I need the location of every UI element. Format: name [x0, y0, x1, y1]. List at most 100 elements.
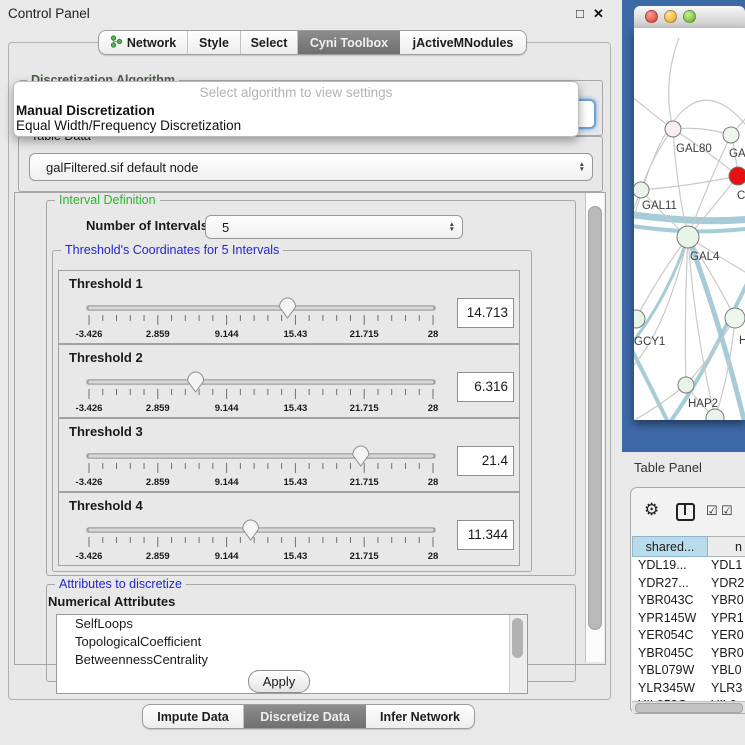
- checkbox-checked-icon[interactable]: ☑: [706, 503, 718, 519]
- network-node[interactable]: [677, 226, 699, 248]
- table-row[interactable]: YDR27...YDR2: [632, 575, 745, 593]
- tab-label: Cyni Toolbox: [310, 36, 388, 50]
- attributes-title: Attributes to discretize: [55, 577, 186, 591]
- close-icon[interactable]: ✕: [593, 6, 604, 22]
- table-row[interactable]: YER054CYER0: [632, 627, 745, 645]
- network-node-label: GA: [729, 148, 745, 160]
- cell-name: YBR0: [708, 645, 744, 663]
- threshold-value-field[interactable]: 6.316: [457, 372, 514, 402]
- slider-tick-label: 21.715: [350, 403, 380, 414]
- column-header-shared-name[interactable]: shared...: [632, 536, 708, 557]
- threshold-value-field[interactable]: 14.713: [457, 298, 514, 328]
- cell-shared-name: YDL19...: [632, 557, 708, 575]
- table-panel-title: Table Panel: [634, 460, 702, 475]
- table-row[interactable]: YPR145WYPR1: [632, 610, 745, 628]
- tab-label: Infer Network: [380, 710, 460, 724]
- split-columns-icon[interactable]: [676, 503, 695, 521]
- slider-tick-label: 15.43: [284, 551, 308, 562]
- slider-tick-label: 21.715: [350, 477, 380, 488]
- slider-tick-label: 28: [428, 403, 439, 414]
- network-node[interactable]: [678, 377, 694, 393]
- threshold-value-field[interactable]: 11.344: [457, 520, 514, 550]
- cell-shared-name: YDR27...: [632, 575, 708, 593]
- algorithm-dropdown-popup: Select algorithm to view settings Manual…: [13, 81, 579, 137]
- network-node[interactable]: [729, 167, 745, 185]
- slider-tick-label: 9.144: [215, 329, 239, 340]
- thresholds-title: Threshold's Coordinates for 5 Intervals: [61, 243, 283, 257]
- slider-tick-label: 28: [428, 329, 439, 340]
- tab-network[interactable]: Network: [99, 31, 188, 54]
- table-row[interactable]: YBR043CYBR0: [632, 592, 745, 610]
- number-of-intervals-combobox[interactable]: 5 ▲▼: [205, 215, 463, 239]
- attribute-list-item[interactable]: BetweennessCentrality: [57, 651, 527, 669]
- network-window-titlebar[interactable]: [634, 6, 745, 29]
- table-row[interactable]: YDL19...YDL1: [632, 557, 745, 575]
- node-table: YDL19...YDL1YDR27...YDR2YBR043CYBR0YPR14…: [632, 557, 745, 701]
- cell-name: YLR3: [708, 680, 742, 698]
- gear-icon[interactable]: ⚙: [644, 500, 659, 520]
- table-row[interactable]: YBL079WYBL0: [632, 662, 745, 680]
- checkbox-checked-icon[interactable]: ☑: [721, 503, 733, 519]
- apply-button[interactable]: Apply: [248, 670, 310, 693]
- algorithm-option-manual[interactable]: Manual Discretization: [16, 103, 155, 118]
- numerical-attributes-label: Numerical Attributes: [48, 594, 175, 609]
- slider-tick-label: 2.859: [146, 477, 170, 488]
- slider-tick-label: 21.715: [350, 329, 380, 340]
- network-canvas[interactable]: GAL80GACGAL11GAL4GCY1HHAP2: [634, 28, 745, 420]
- algorithm-option-equal-width[interactable]: Equal Width/Frequency Discretization: [16, 118, 241, 133]
- network-icon: [110, 35, 123, 51]
- slider-tick-label: -3.426: [76, 477, 103, 488]
- threshold-value-field[interactable]: 21.4: [457, 446, 514, 476]
- algorithm-hint: Select algorithm to view settings: [14, 85, 578, 100]
- threshold-slider[interactable]: -3.4262.8599.14415.4321.71528: [59, 271, 519, 343]
- combo-stepper-icon: ▲▼: [449, 222, 455, 232]
- slider-thumb[interactable]: [353, 446, 369, 466]
- tab-cyni-toolbox[interactable]: Cyni Toolbox: [298, 31, 400, 54]
- slider-tick-label: 9.144: [215, 477, 239, 488]
- threshold-slider[interactable]: -3.4262.8599.14415.4321.71528: [59, 419, 519, 491]
- threshold-slider[interactable]: -3.4262.8599.14415.4321.71528: [59, 493, 519, 565]
- network-node[interactable]: [725, 308, 745, 328]
- cyni-mode-tab-strip: Impute Data Discretize Data Infer Network: [142, 704, 475, 729]
- attribute-list-item[interactable]: SelfLoops: [57, 615, 527, 633]
- table-row[interactable]: YLR345WYLR3: [632, 680, 745, 698]
- network-node[interactable]: [723, 127, 739, 143]
- tab-jactivemnodules[interactable]: jActiveMNodules: [400, 31, 526, 54]
- tab-impute-data[interactable]: Impute Data: [143, 705, 244, 728]
- cell-shared-name: YPR145W: [632, 610, 708, 628]
- threshold-box: Threshold 4-3.4262.8599.14415.4321.71528…: [58, 492, 520, 566]
- combo-stepper-icon: ▲▼: [579, 162, 585, 172]
- tab-label: Discretize Data: [260, 710, 350, 724]
- tab-select[interactable]: Select: [241, 31, 298, 54]
- slider-thumb[interactable]: [243, 520, 259, 540]
- close-light[interactable]: [645, 10, 658, 23]
- control-panel-tab-strip: NetworkStyleSelect Cyni Toolbox jActiveMNo…: [98, 30, 527, 55]
- cell-shared-name: YBR043C: [632, 592, 708, 610]
- float-window-icon[interactable]: □: [576, 6, 584, 21]
- table-data-group: Table Data galFiltered.sif default node …: [18, 136, 603, 192]
- cell-name: YER0: [708, 627, 744, 645]
- network-node-label: HAP2: [688, 398, 718, 410]
- cell-shared-name: YBL079W: [632, 662, 708, 680]
- tab-discretize-data[interactable]: Discretize Data: [244, 705, 366, 728]
- column-header-name[interactable]: n: [708, 536, 745, 557]
- network-node[interactable]: [706, 409, 724, 420]
- threshold-box: Threshold 3-3.4262.8599.14415.4321.71528…: [58, 418, 520, 492]
- attribute-list-item[interactable]: TopologicalCoefficient: [57, 633, 527, 651]
- minimize-light[interactable]: [664, 10, 677, 23]
- viewport-scrollbar-thumb[interactable]: [588, 206, 602, 630]
- threshold-box: Threshold 1-3.4262.8599.14415.4321.71528…: [58, 270, 520, 344]
- slider-thumb[interactable]: [188, 372, 204, 392]
- tab-infer-network[interactable]: Infer Network: [366, 705, 474, 728]
- listbox-scrollbar-thumb[interactable]: [512, 618, 523, 658]
- slider-tick-label: 2.859: [146, 551, 170, 562]
- zoom-light[interactable]: [683, 10, 696, 23]
- table-data-combobox[interactable]: galFiltered.sif default node ▲▼: [29, 153, 593, 181]
- network-node[interactable]: [665, 121, 681, 137]
- network-node[interactable]: [634, 182, 649, 198]
- table-row[interactable]: YBR045CYBR0: [632, 645, 745, 663]
- threshold-slider[interactable]: -3.4262.8599.14415.4321.71528: [59, 345, 519, 417]
- table-hscrollbar-thumb[interactable]: [635, 703, 743, 713]
- tab-style[interactable]: Style: [188, 31, 241, 54]
- network-node-label: GAL80: [676, 143, 712, 155]
